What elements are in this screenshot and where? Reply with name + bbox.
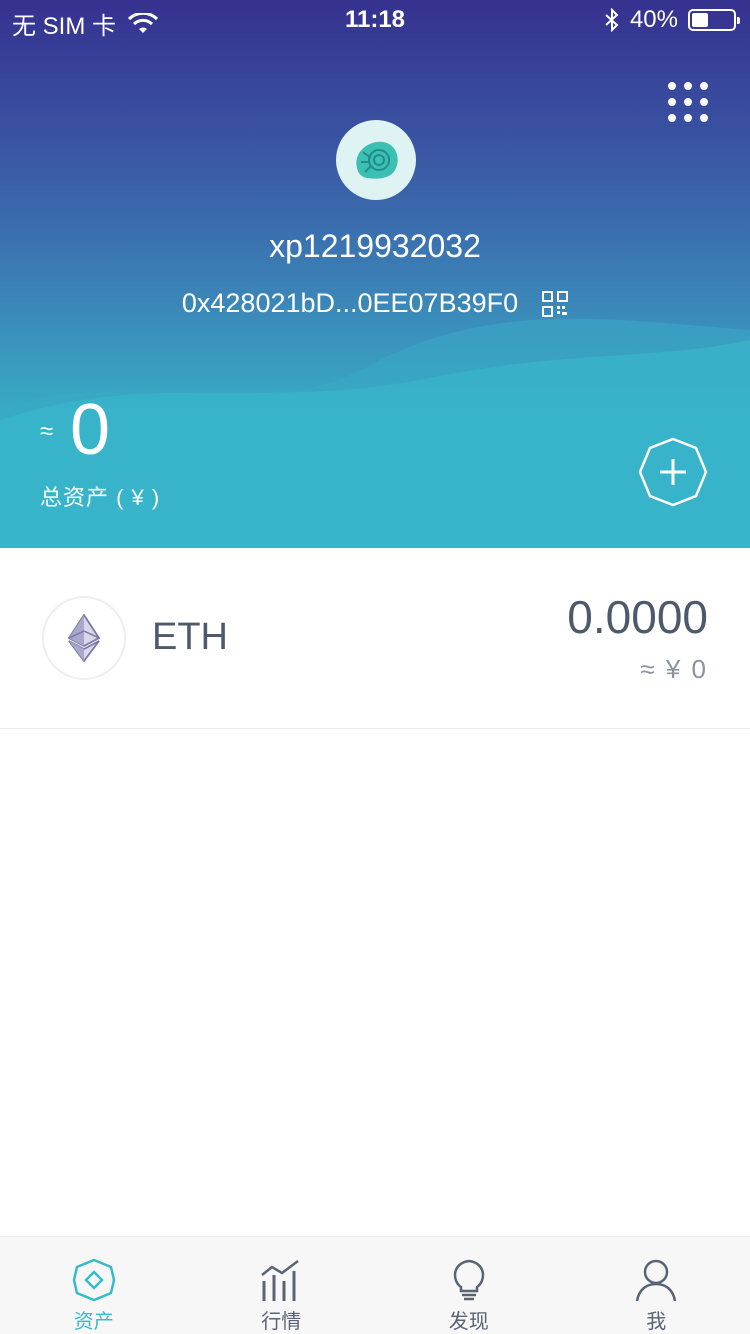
discover-bulb-icon <box>453 1259 484 1301</box>
coin-symbol: ETH <box>152 616 228 658</box>
total-approx-symbol: ≈ <box>40 418 54 445</box>
wallet-avatar[interactable] <box>336 120 416 200</box>
qr-code-icon[interactable] <box>542 290 569 317</box>
coin-fiat-value: ≈ ¥ 0 <box>640 654 708 684</box>
asset-row-eth[interactable]: ETH 0.0000 ≈ ¥ 0 <box>0 548 750 729</box>
tab-discover[interactable]: 发现 <box>375 1237 563 1334</box>
market-chart-icon <box>261 1260 299 1301</box>
ethereum-icon <box>67 614 101 662</box>
coin-logo <box>42 596 126 680</box>
add-asset-button[interactable] <box>638 437 708 507</box>
tab-label: 行情 <box>261 1311 302 1333</box>
tab-label: 发现 <box>448 1311 489 1333</box>
tab-bar: 资产 行情 发现 我 <box>0 1236 750 1334</box>
tab-profile[interactable]: 我 <box>563 1237 750 1334</box>
wallet-header: 无 SIM 卡 11:18 40% xp1219932032 0x428021b… <box>0 0 750 548</box>
battery-fill <box>692 13 708 27</box>
battery-tip <box>737 17 740 24</box>
total-assets-label: 总资产 ( ¥ ) <box>40 485 161 510</box>
wallet-address[interactable]: 0x428021bD...0EE07B39F0 <box>182 288 518 319</box>
total-assets-value: 0 <box>70 390 111 470</box>
address-row[interactable]: 0x428021bD...0EE07B39F0 <box>0 288 750 319</box>
tab-market[interactable]: 行情 <box>188 1237 376 1334</box>
tab-label: 资产 <box>73 1311 114 1333</box>
bluetooth-icon <box>605 8 619 32</box>
asset-diamond-icon <box>72 1258 116 1302</box>
tab-label: 我 <box>646 1311 667 1333</box>
tab-assets[interactable]: 资产 <box>0 1237 188 1334</box>
battery-percent: 40% <box>629 6 678 33</box>
wallet-name[interactable]: xp1219932032 <box>0 228 750 265</box>
nautilus-shell-icon <box>356 141 398 179</box>
status-bar: 无 SIM 卡 11:18 40% <box>0 0 750 40</box>
battery-icon <box>688 9 740 31</box>
coin-balance: 0.0000 <box>567 591 708 643</box>
status-right: 40% <box>604 6 740 34</box>
profile-icon <box>636 1259 677 1302</box>
grid-menu-icon[interactable] <box>666 80 710 124</box>
